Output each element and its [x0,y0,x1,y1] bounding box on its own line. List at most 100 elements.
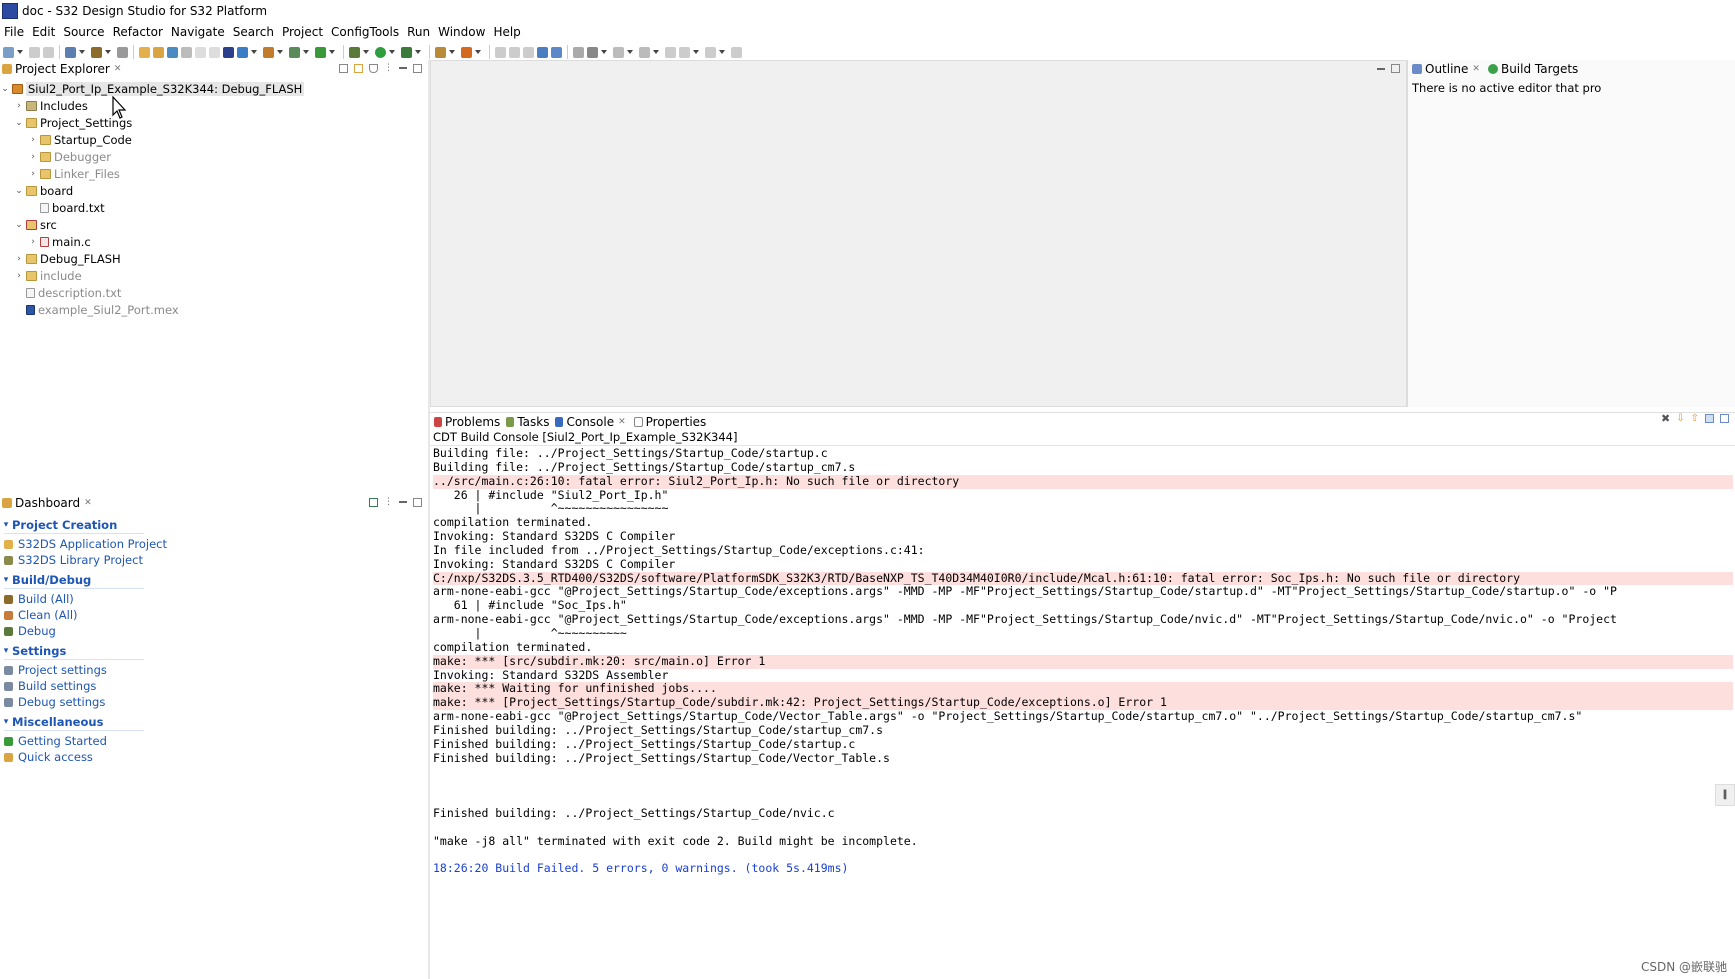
new-dropdown-icon[interactable] [17,50,23,54]
close-icon[interactable]: ✕ [1472,64,1480,74]
debug-dropdown-icon[interactable] [363,50,369,54]
external-dropdown-icon[interactable] [329,50,335,54]
stop-icon[interactable] [587,46,598,58]
maximize-icon[interactable] [1391,64,1400,73]
chevron-down-icon[interactable]: ⌄ [14,186,24,196]
tree-item-include[interactable]: › include [0,267,428,284]
close-icon[interactable]: ✕ [618,417,626,427]
pin-editor-icon[interactable] [731,46,742,58]
link-clean-all[interactable]: Clean (All) [0,607,428,623]
back-icon[interactable] [679,46,690,58]
tree-item-board-txt[interactable]: board.txt [0,199,428,216]
tree-item-debugger[interactable]: › Debugger [0,148,428,165]
open-folder-icon[interactable] [153,46,164,58]
menu-navigate[interactable]: Navigate [167,25,229,39]
chevron-down-icon[interactable]: ▾ [0,575,12,585]
search-tool-dropdown-icon[interactable] [475,50,481,54]
tab-outline[interactable]: Outline [1425,62,1468,76]
link-debug[interactable]: Debug [0,623,428,639]
tab-tasks[interactable]: Tasks [517,415,549,429]
forward-dropdown-icon[interactable] [719,50,725,54]
menu-source[interactable]: Source [59,25,108,39]
link-build-settings[interactable]: Build settings [0,678,428,694]
run-external-dropdown-icon[interactable] [415,50,421,54]
run-icon[interactable] [375,46,386,58]
tree-item-project-settings[interactable]: ⌄ Project_Settings [0,114,428,131]
next-annotation-icon[interactable] [613,46,624,58]
chevron-down-icon[interactable]: ⌄ [0,84,10,94]
tree-item-project[interactable]: ⌄ Siul2_Port_Ip_Example_S32K344: Debug_F… [0,80,428,97]
search-tool-icon[interactable] [461,46,472,58]
stop-dropdown-icon[interactable] [601,50,607,54]
tree-item-board[interactable]: ⌄ board [0,182,428,199]
redo-icon[interactable] [209,46,220,58]
close-icon[interactable]: ✕ [84,498,92,508]
link-quick-access[interactable]: Quick access [0,749,428,765]
link-debug-settings[interactable]: Debug settings [0,694,428,710]
tree-item-description-txt[interactable]: description.txt [0,284,428,301]
save-icon[interactable] [29,46,40,58]
menu-window[interactable]: Window [434,25,489,39]
pins-dropdown-icon[interactable] [251,50,257,54]
chevron-right-icon[interactable]: › [28,237,38,247]
toggle-mark-icon[interactable] [495,46,506,58]
peripherals-icon[interactable] [263,46,274,58]
chevron-down-icon[interactable]: ▾ [0,717,12,727]
pins-tool-icon[interactable] [237,46,248,58]
minimize-icon[interactable] [399,501,407,503]
export-icon[interactable] [181,46,192,58]
chevron-right-icon[interactable]: › [28,152,38,162]
refresh-dashboard-icon[interactable] [369,497,378,507]
chevron-right-icon[interactable]: › [14,271,24,281]
chevron-down-icon[interactable]: ⌄ [14,118,24,128]
link-getting-started[interactable]: Getting Started [0,733,428,749]
tree-item-startup-code[interactable]: › Startup_Code [0,131,428,148]
refresh-icon[interactable] [573,46,584,58]
link-build-all[interactable]: Build (All) [0,591,428,607]
debug-icon[interactable] [349,46,360,58]
print-icon[interactable] [117,46,128,58]
tab-dashboard[interactable]: Dashboard [15,496,80,510]
editor-area[interactable] [430,60,1407,407]
build-icon[interactable] [91,46,102,58]
save-all-icon[interactable] [43,46,54,58]
toggle-whitespace-icon[interactable] [523,46,534,58]
build-config-dropdown-icon[interactable] [79,50,85,54]
menu-configtools[interactable]: ConfigTools [327,25,403,39]
new-project-icon[interactable] [139,46,150,58]
undo-icon[interactable] [195,46,206,58]
chevron-right-icon[interactable]: › [28,135,38,145]
forward-icon[interactable] [705,46,716,58]
clear-console-icon[interactable]: ✖ [1661,412,1670,425]
open-type-icon[interactable] [435,46,446,58]
console-output[interactable]: Building file: ../Project_Settings/Start… [433,447,1733,876]
filter-icon[interactable] [369,63,378,73]
prev-annotation-dropdown-icon[interactable] [653,50,659,54]
last-edit-icon[interactable] [665,46,676,58]
update-dropdown-icon[interactable] [303,50,309,54]
prev-annotation-icon[interactable] [639,46,650,58]
open-type-dropdown-icon[interactable] [449,50,455,54]
tree-item-src[interactable]: ⌄ src [0,216,428,233]
menu-project[interactable]: Project [278,25,327,39]
update-code-icon[interactable] [289,46,300,58]
open-console-icon[interactable] [1720,414,1729,423]
external-tools-icon[interactable] [315,46,326,58]
menu-file[interactable]: File [0,25,28,39]
chevron-right-icon[interactable]: › [28,169,38,179]
collapse-all-icon[interactable] [339,63,348,73]
next-annotation-dropdown-icon[interactable] [627,50,633,54]
tree-item-debug-flash[interactable]: › Debug_FLASH [0,250,428,267]
menu-help[interactable]: Help [489,25,524,39]
close-icon[interactable]: ✕ [114,64,122,74]
remote-icon[interactable] [551,46,562,58]
maximize-icon[interactable] [413,63,422,73]
menu-search[interactable]: Search [229,25,278,39]
scroll-lock-icon[interactable] [1705,414,1714,423]
link-project-settings[interactable]: Project settings [0,662,428,678]
link-library-project[interactable]: S32DS Library Project [0,552,428,568]
maximize-icon[interactable] [413,497,422,507]
menu-refactor[interactable]: Refactor [109,25,167,39]
toggle-block-icon[interactable] [509,46,520,58]
section-settings[interactable]: ▾ Settings [0,642,428,659]
